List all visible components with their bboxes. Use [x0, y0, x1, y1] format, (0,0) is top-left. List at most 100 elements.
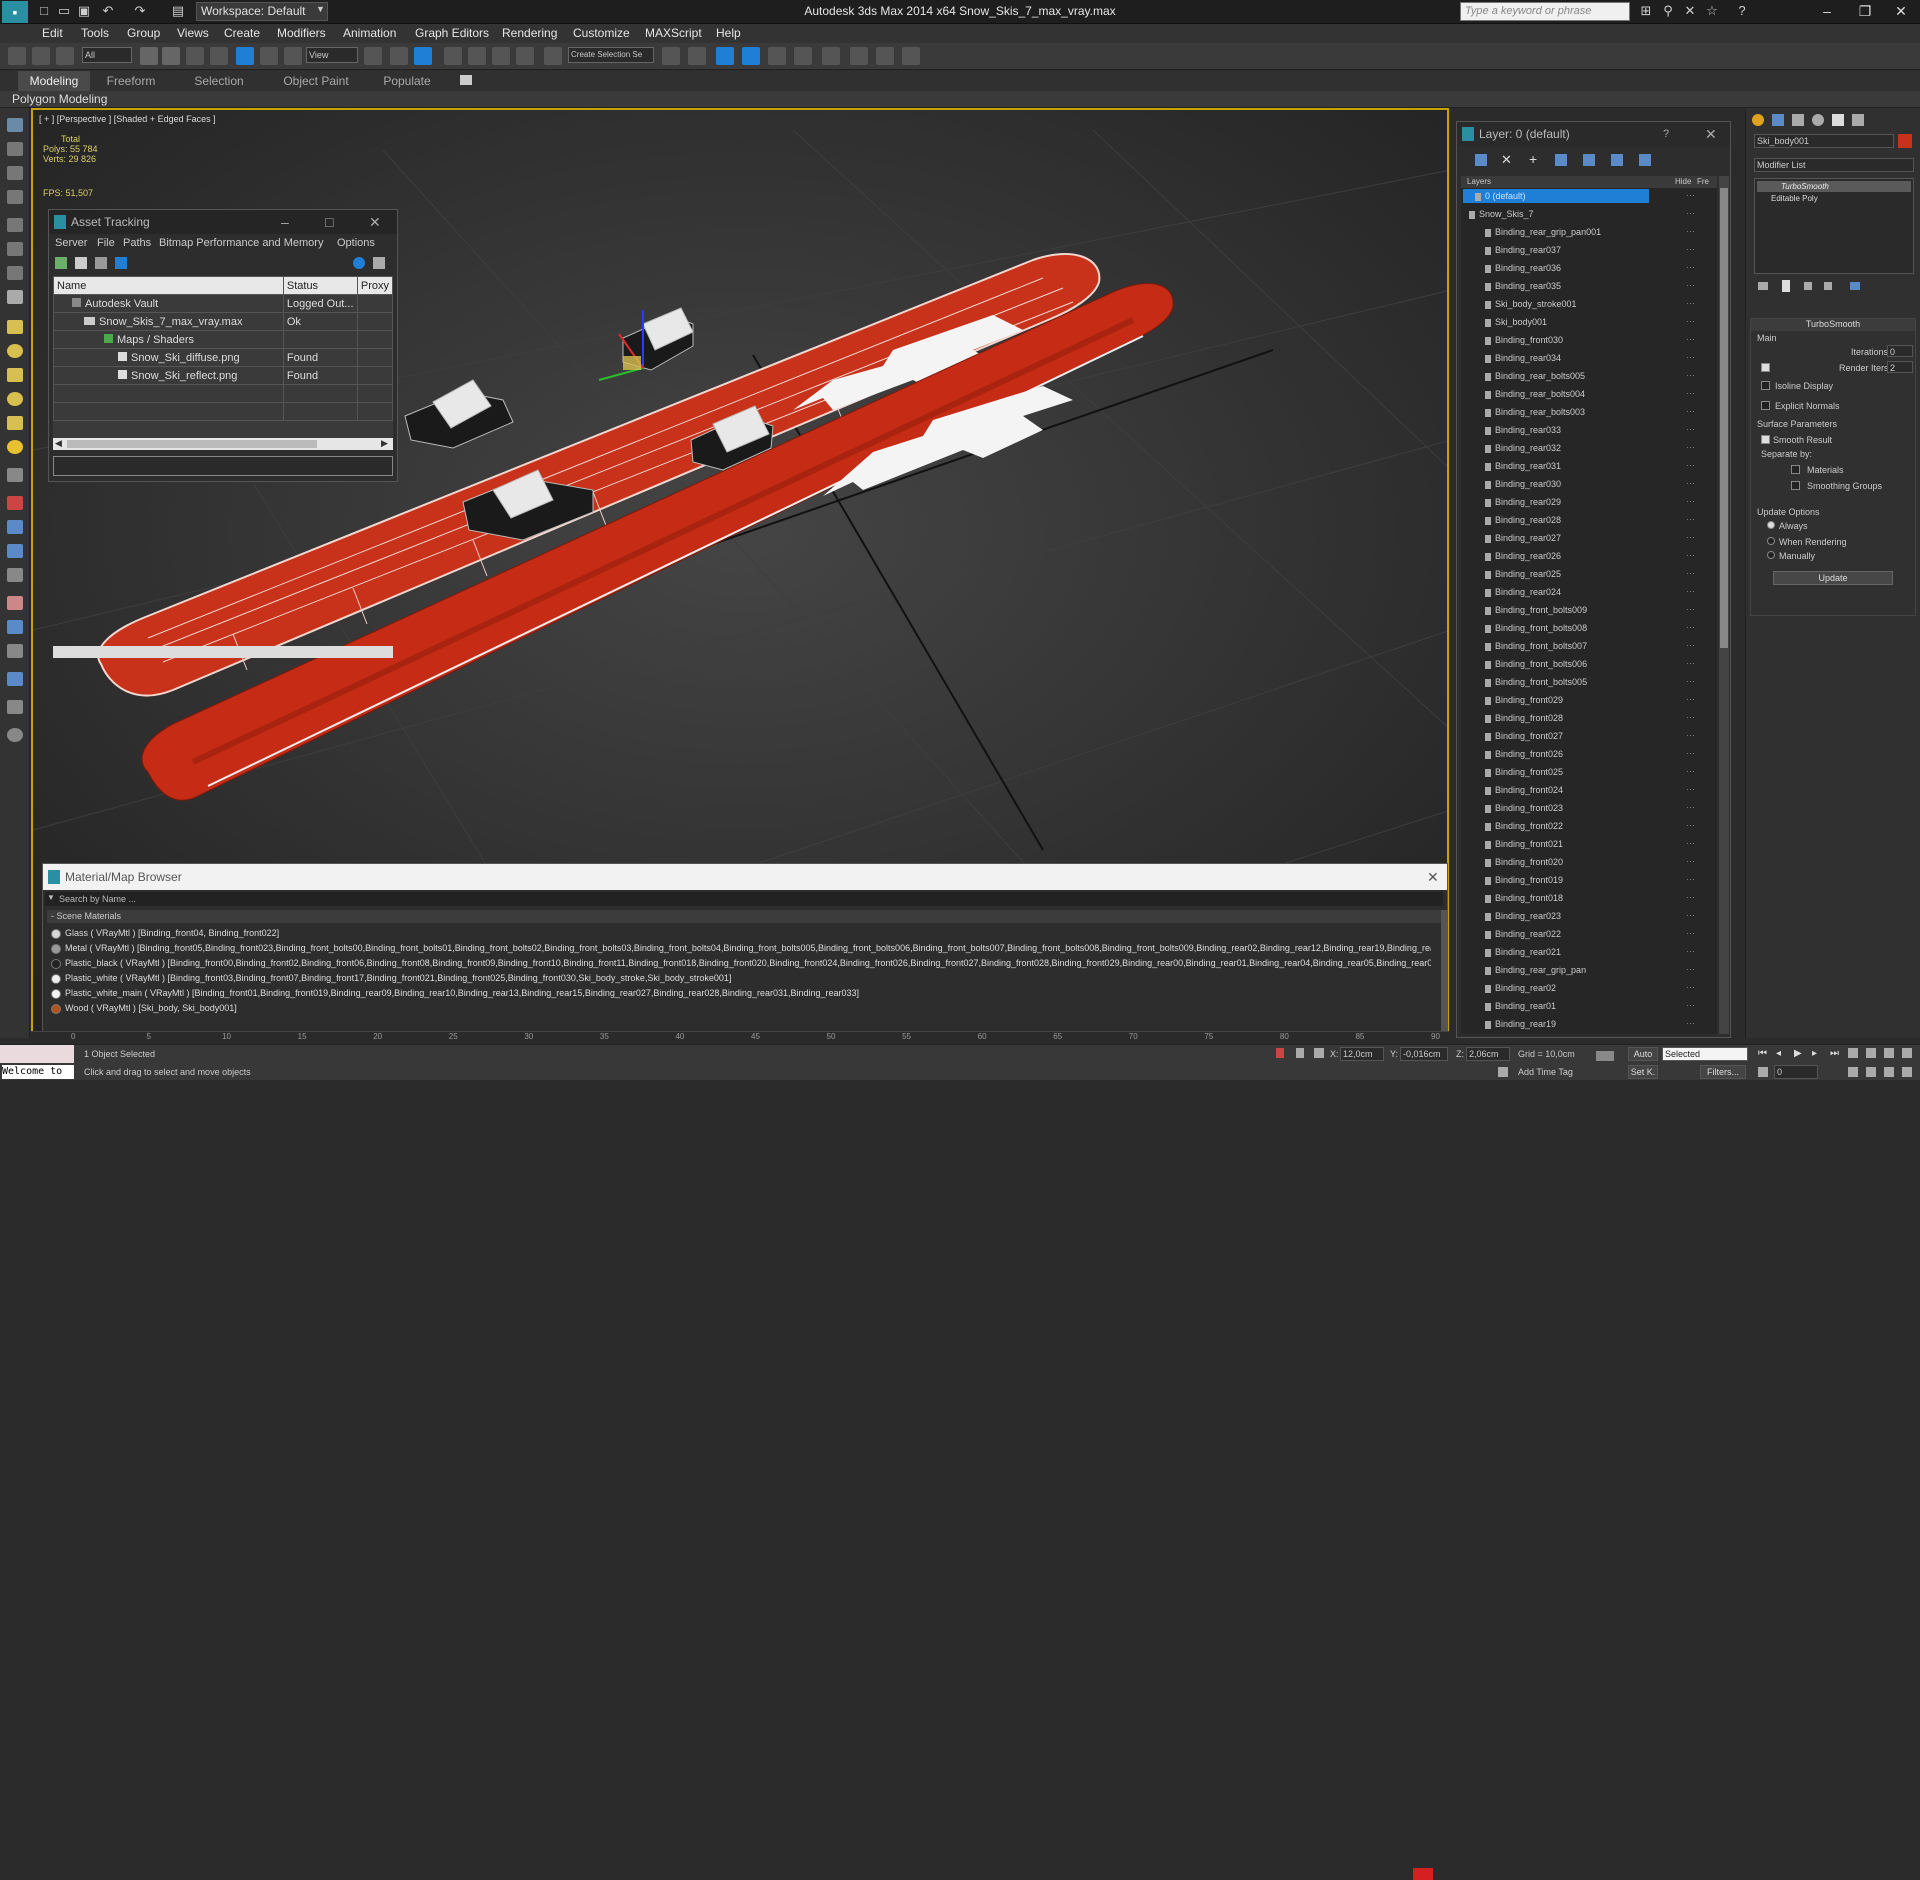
layer-row[interactable]: Binding_front019: [1485, 871, 1655, 889]
sphere-icon[interactable]: [7, 344, 23, 358]
scene-explorer-icon[interactable]: [7, 620, 23, 634]
target-camera-icon[interactable]: [7, 468, 23, 482]
layer-row[interactable]: Binding_rear029: [1485, 493, 1655, 511]
layer-row[interactable]: Binding_rear02: [1485, 979, 1655, 997]
menu-group[interactable]: Group: [127, 25, 160, 41]
layer-scroll-thumb[interactable]: [1720, 188, 1728, 648]
pivot-center-icon[interactable]: [364, 47, 382, 65]
layer-row[interactable]: Binding_rear_grip_pan001: [1485, 223, 1655, 241]
named-selection-dropdown[interactable]: Create Selection Se: [568, 47, 654, 63]
layer-row[interactable]: Binding_front030: [1485, 331, 1655, 349]
next-frame-icon[interactable]: ▸: [1812, 1048, 1817, 1059]
layer-scrollbar[interactable]: [1719, 176, 1729, 1034]
tab-object-paint[interactable]: Object Paint: [276, 71, 356, 91]
layer-row[interactable]: Binding_rear19: [1485, 1015, 1655, 1033]
hide-toggle-icon[interactable]: ···: [1686, 421, 1700, 439]
previous-frame-icon[interactable]: ◂: [1776, 1048, 1781, 1059]
box-icon[interactable]: [7, 320, 23, 334]
grid-view-icon[interactable]: [95, 257, 107, 269]
render-iters-spinner[interactable]: 2: [1887, 361, 1913, 373]
path-constraint-icon[interactable]: [7, 496, 23, 510]
col-status[interactable]: Status: [282, 276, 358, 295]
menu-modifiers[interactable]: Modifiers: [277, 25, 326, 41]
schematic-view-icon[interactable]: [794, 47, 812, 65]
layer-row[interactable]: Binding_front_bolts007: [1485, 637, 1655, 655]
make-unique-icon[interactable]: [1804, 282, 1812, 290]
key-mode-icon[interactable]: [1596, 1051, 1614, 1061]
tab-selection[interactable]: Selection: [184, 71, 254, 91]
layer-row[interactable]: Binding_rear_bolts004: [1485, 385, 1655, 403]
hide-toggle-icon[interactable]: ···: [1686, 781, 1700, 799]
hide-toggle-icon[interactable]: ···: [1686, 223, 1700, 241]
table-row[interactable]: Autodesk Vault Logged Out...: [53, 294, 393, 313]
material-editor-icon[interactable]: [822, 47, 840, 65]
layer-row[interactable]: Binding_rear_bolts005: [1485, 367, 1655, 385]
asset-tracking-icon[interactable]: [7, 644, 23, 658]
bone-icon[interactable]: [7, 596, 23, 610]
explicit-normals-checkbox[interactable]: [1761, 401, 1770, 410]
select-object-icon[interactable]: [140, 47, 158, 65]
modifier-list-dropdown[interactable]: Modifier List: [1754, 158, 1914, 172]
menu-create[interactable]: Create: [224, 25, 260, 41]
add-layer-icon[interactable]: +: [1529, 151, 1537, 167]
hide-toggle-icon[interactable]: ···: [1686, 241, 1700, 259]
hide-toggle-icon[interactable]: ···: [1686, 817, 1700, 835]
create-geometry-icon[interactable]: [7, 118, 23, 132]
z-coordinate-field[interactable]: 2,06cm: [1466, 1047, 1510, 1061]
table-row[interactable]: Snow_Ski_reflect.png Found: [53, 366, 393, 385]
remove-modifier-icon[interactable]: [1824, 282, 1832, 290]
material-row[interactable]: Glass ( VRayMtl ) [Binding_front04, Bind…: [51, 926, 1431, 940]
layer-row[interactable]: Binding_front025: [1485, 763, 1655, 781]
col-name[interactable]: Name: [53, 276, 284, 295]
maxscript-listener[interactable]: [0, 1045, 74, 1063]
hide-toggle-icon[interactable]: ···: [1686, 619, 1700, 637]
hide-toggle-icon[interactable]: ···: [1686, 511, 1700, 529]
utilities-tab-icon[interactable]: [1852, 114, 1864, 126]
table-row[interactable]: Maps / Shaders: [53, 330, 393, 349]
layer-row[interactable]: Binding_front027: [1485, 727, 1655, 745]
maximize-button[interactable]: ❐: [1846, 0, 1884, 22]
absolute-mode-icon[interactable]: [1314, 1048, 1324, 1058]
asset-settings-icon[interactable]: [373, 257, 385, 269]
hide-toggle-icon[interactable]: ···: [1686, 493, 1700, 511]
highlight-selected-icon[interactable]: [1611, 154, 1623, 166]
ribbon-options-icon[interactable]: [460, 75, 472, 85]
hide-toggle-icon[interactable]: ···: [1686, 925, 1700, 943]
window-crossing-icon[interactable]: [210, 47, 228, 65]
hide-toggle-icon[interactable]: ···: [1686, 331, 1700, 349]
hide-toggle-icon[interactable]: ···: [1686, 349, 1700, 367]
col-hide[interactable]: Hide: [1675, 177, 1691, 186]
unlink-icon[interactable]: [32, 47, 50, 65]
material-row[interactable]: Plastic_white ( VRayMtl ) [Binding_front…: [51, 971, 1431, 985]
display-tab-icon[interactable]: [1832, 114, 1844, 126]
rectangular-selection-icon[interactable]: [186, 47, 204, 65]
layer-row[interactable]: Binding_front_bolts005: [1485, 673, 1655, 691]
material-browser-title[interactable]: Material/Map Browser: [43, 864, 1447, 890]
close-button[interactable]: ✕: [1882, 0, 1920, 22]
layer-explorer-title[interactable]: Layer: 0 (default): [1457, 122, 1730, 146]
select-in-layer-icon[interactable]: [1583, 154, 1595, 166]
rollout-title[interactable]: TurboSmooth: [1751, 319, 1915, 331]
scene-materials-header[interactable]: - Scene Materials: [47, 910, 1441, 923]
render-icon[interactable]: [7, 672, 23, 686]
material-close-icon[interactable]: ✕: [1427, 864, 1439, 890]
go-to-end-icon[interactable]: ⏭: [1830, 1048, 1839, 1059]
selection-lock-icon[interactable]: [1296, 1048, 1304, 1058]
mirror-icon[interactable]: [662, 47, 680, 65]
asset-horizontal-scrollbar-track[interactable]: ◀ ▶: [53, 438, 393, 450]
layer-row[interactable]: Binding_front029: [1485, 691, 1655, 709]
polygon-modeling-label[interactable]: Polygon Modeling: [12, 92, 107, 106]
select-layer-icon[interactable]: [1475, 154, 1487, 166]
help-side-icon[interactable]: [7, 728, 23, 742]
timeline[interactable]: 0 5 10 15 20 25 30 35 40 45 50 55 60 65 70 75 80 85 90: [31, 1031, 1449, 1043]
time-config-icon[interactable]: [1758, 1067, 1768, 1077]
go-to-start-icon[interactable]: ⏮: [1758, 1048, 1767, 1059]
hide-toggle-icon[interactable]: ···: [1686, 565, 1700, 583]
render-setup-icon[interactable]: [850, 47, 868, 65]
col-freeze[interactable]: Fre: [1697, 177, 1709, 186]
col-proxy[interactable]: Proxy: [356, 276, 393, 295]
systems-icon[interactable]: [7, 266, 23, 280]
create-cameras-icon[interactable]: [7, 166, 23, 180]
show-end-result-icon[interactable]: [1782, 280, 1790, 292]
isolate-selection-icon[interactable]: [1276, 1048, 1284, 1058]
